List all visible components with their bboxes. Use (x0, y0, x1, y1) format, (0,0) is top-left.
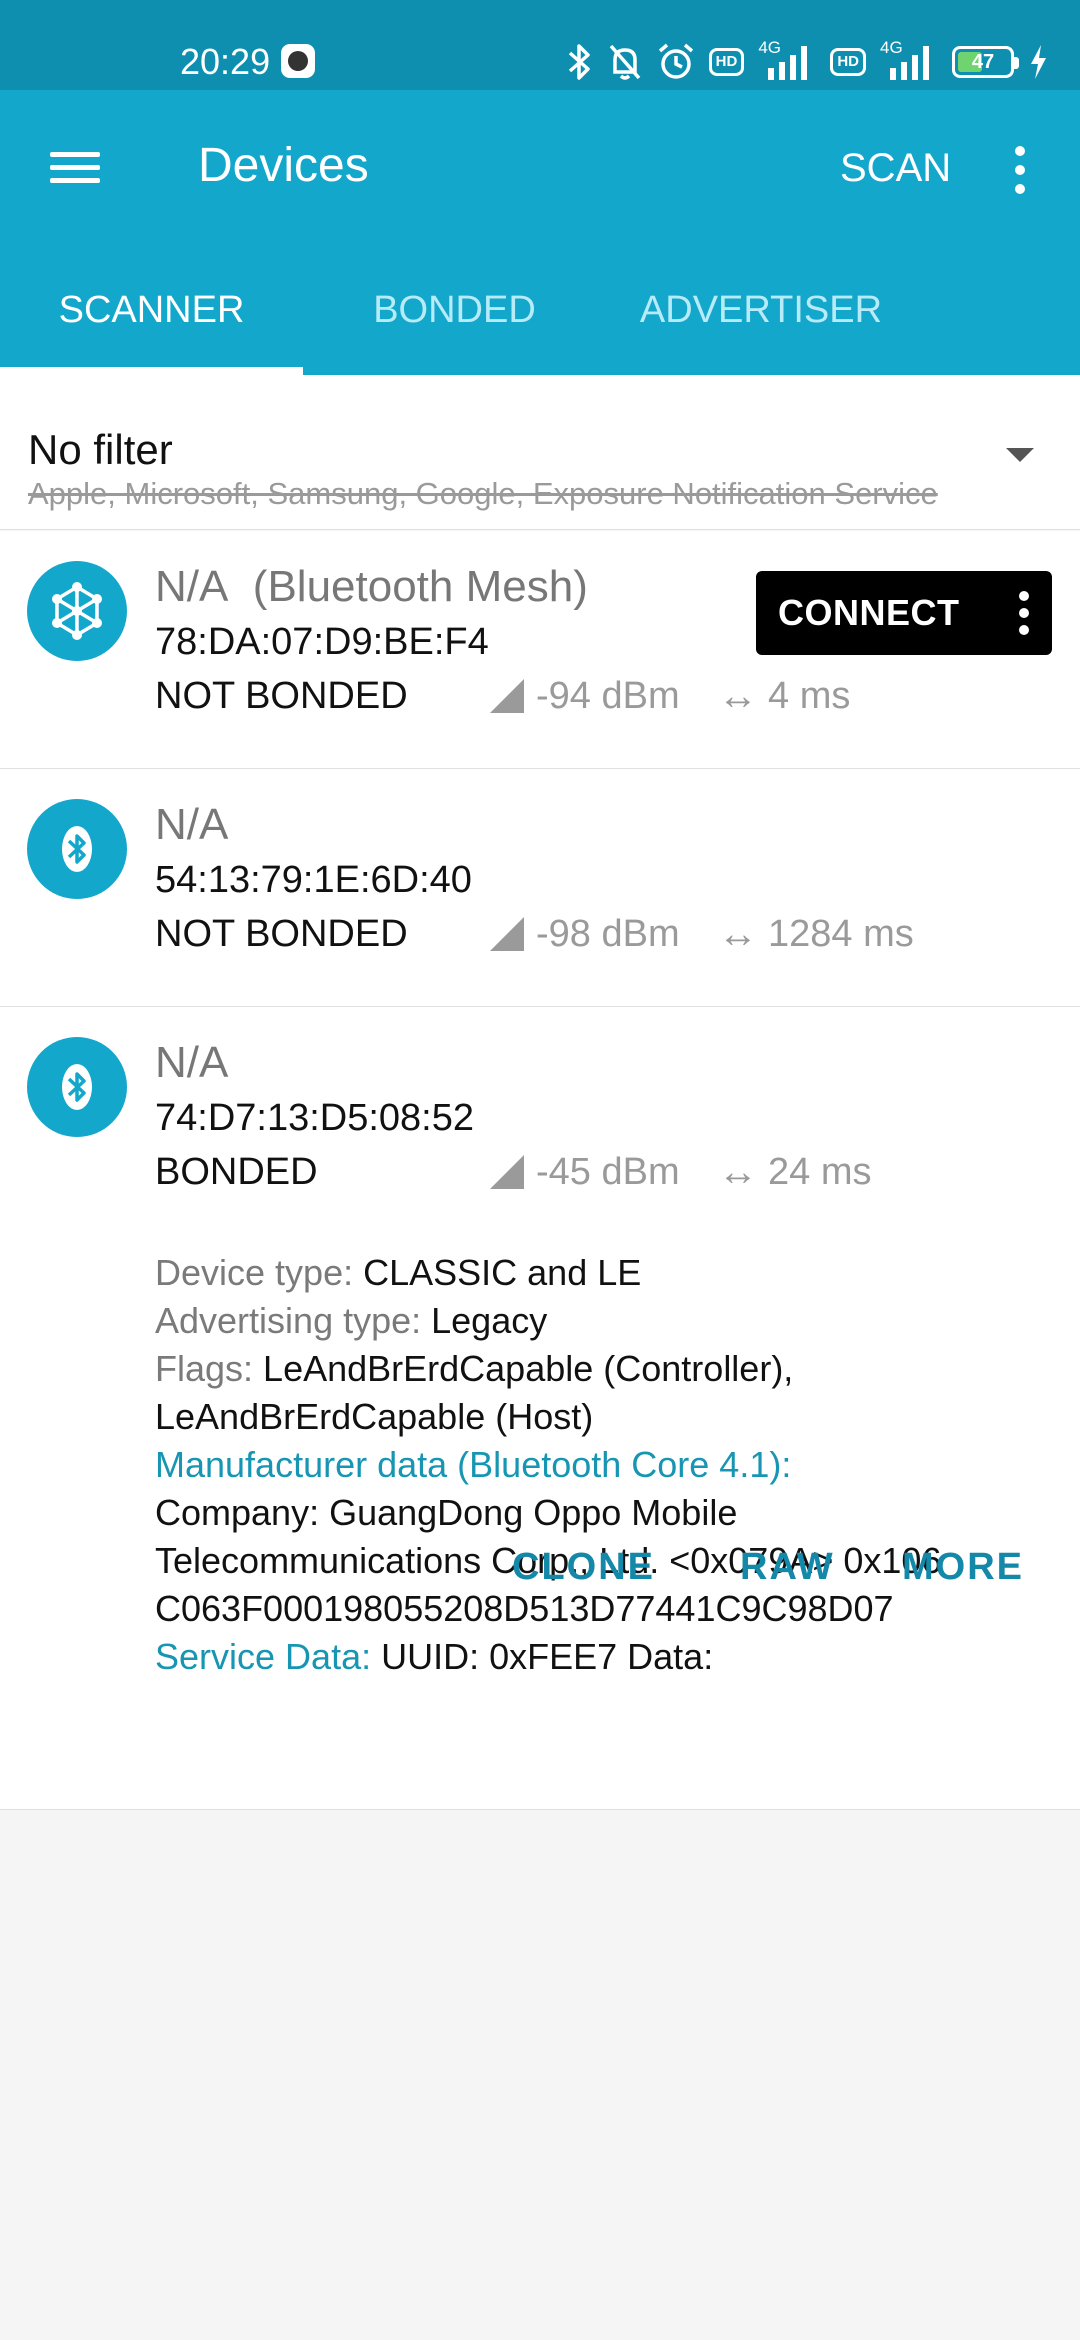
adv-type-row: Advertising type: Legacy (155, 1297, 1055, 1345)
manufacturer-data-line1: Company: GuangDong Oppo Mobile (155, 1492, 738, 1533)
device-type-label: Device type: (155, 1252, 364, 1293)
device-type-row: Device type: CLASSIC and LE (155, 1249, 1055, 1297)
clone-button[interactable]: CLONE (512, 1535, 655, 1599)
device-address: 54:13:79:1E:6D:40 (155, 859, 472, 901)
filter-bar[interactable]: No filter Apple, Microsoft, Samsung, Goo… (0, 375, 1080, 530)
interval-arrows-icon: ↔ (718, 1149, 758, 1194)
service-data-label: Service Data: (155, 1636, 382, 1677)
device-type-value: CLASSIC and LE (363, 1252, 642, 1293)
menu-button[interactable] (48, 144, 106, 190)
mute-bell-icon (609, 44, 640, 80)
signal-strength-icon (490, 679, 524, 713)
charging-icon (1031, 45, 1046, 79)
adv-type-label: Advertising type: (155, 1300, 432, 1341)
manufacturer-data-label: Manufacturer data (Bluetooth Core 4.1): (155, 1444, 792, 1485)
filter-excluded-list: Apple, Microsoft, Samsung, Google, Expos… (28, 476, 938, 511)
more-button[interactable]: MORE (902, 1535, 1024, 1599)
device-name: N/A (155, 1038, 229, 1087)
bluetooth-icon (27, 799, 127, 899)
rssi: -94 dBm (490, 673, 680, 719)
bluetooth-status-icon (568, 44, 590, 80)
device-card[interactable]: N/A (Bluetooth Mesh) 78:DA:07:D9:BE:F4 N… (0, 531, 1080, 769)
rssi-value: -94 dBm (536, 674, 680, 717)
overflow-menu-button[interactable] (1000, 140, 1040, 200)
tab-bonded[interactable]: BONDED (303, 280, 606, 340)
interval: ↔ 4 ms (718, 673, 850, 719)
hd-badge: HD (708, 48, 745, 76)
device-name: N/A (Bluetooth Mesh) (155, 562, 588, 611)
interval-value: 4 ms (768, 674, 851, 717)
rssi-value: -45 dBm (536, 1150, 680, 1193)
bluetooth-icon (27, 1037, 127, 1137)
interval: ↔ 24 ms (718, 1149, 871, 1195)
advertising-details: Device type: CLASSIC and LE Advertising … (155, 1249, 1055, 1681)
tab-advertiser[interactable]: ADVERTISER (606, 280, 916, 340)
device-card[interactable]: N/A 54:13:79:1E:6D:40 NOT BONDED -98 dBm… (0, 769, 1080, 1007)
adv-type-value: Legacy (431, 1300, 548, 1341)
device-card-expanded[interactable]: N/A 74:D7:13:D5:08:52 BONDED -45 dBm ↔ 24… (0, 1007, 1080, 1810)
signal-strength-icon (490, 917, 524, 951)
interval-arrows-icon: ↔ (718, 673, 758, 718)
signal-bars-icon (768, 46, 808, 80)
chevron-down-icon[interactable] (1006, 448, 1034, 462)
scan-button[interactable]: SCAN (840, 140, 951, 196)
flags-label: Flags: (155, 1348, 264, 1389)
device-name: N/A (155, 800, 229, 849)
status-bar: 20:29 HD 4G HD 4G 47 (0, 0, 1080, 90)
mesh-icon (27, 561, 127, 661)
connect-overflow-icon[interactable] (1004, 583, 1044, 643)
device-address: 78:DA:07:D9:BE:F4 (155, 621, 489, 663)
service-data-row: Service Data: UUID: 0xFEE7 Data: (155, 1633, 1055, 1681)
tab-indicator (0, 367, 303, 375)
status-icons: HD 4G HD 4G 47 (567, 36, 1048, 88)
bond-state: NOT BONDED (155, 913, 408, 955)
filter-title: No filter (28, 426, 173, 473)
connect-button[interactable]: CONNECT (756, 571, 1052, 655)
interval-value: 1284 ms (768, 912, 914, 955)
flags-value-line2: LeAndBrErdCapable (Host) (155, 1396, 594, 1437)
connect-label: CONNECT (778, 592, 960, 633)
signal-strength-icon (490, 1155, 524, 1189)
service-data-value: UUID: 0xFEE7 Data: (381, 1636, 714, 1677)
device-address: 74:D7:13:D5:08:52 (155, 1097, 475, 1139)
signal-bars-icon (890, 46, 929, 80)
rssi: -45 dBm (490, 1149, 680, 1195)
flags-value-line1: LeAndBrErdCapable (Controller), (263, 1348, 794, 1389)
interval-arrows-icon: ↔ (718, 911, 758, 956)
tab-scanner[interactable]: SCANNER (0, 280, 303, 340)
page-title: Devices (198, 139, 369, 192)
device-actions: CLONE RAW MORE (0, 1535, 1080, 1599)
flags-row: Flags: LeAndBrErdCapable (Controller), (155, 1345, 1055, 1393)
interval-value: 24 ms (768, 1150, 872, 1193)
signal-2: 4G (880, 38, 938, 82)
bond-state: BONDED (155, 1151, 318, 1193)
alarm-icon (658, 43, 693, 79)
battery-level: 47 (971, 50, 995, 73)
signal-1: 4G (758, 38, 816, 82)
tab-bar: SCANNER BONDED ADVERTISER (0, 250, 1080, 375)
battery-icon: 47 (952, 46, 1019, 78)
raw-button[interactable]: RAW (740, 1535, 835, 1599)
interval: ↔ 1284 ms (718, 911, 914, 957)
hd-badge: HD (830, 48, 866, 76)
status-time: 20:29 (180, 41, 271, 82)
rssi: -98 dBm (490, 911, 680, 957)
rssi-value: -98 dBm (536, 912, 680, 955)
screen-record-icon (281, 44, 315, 78)
bond-state: NOT BONDED (155, 675, 408, 717)
app-bar: Devices SCAN (0, 90, 1080, 250)
